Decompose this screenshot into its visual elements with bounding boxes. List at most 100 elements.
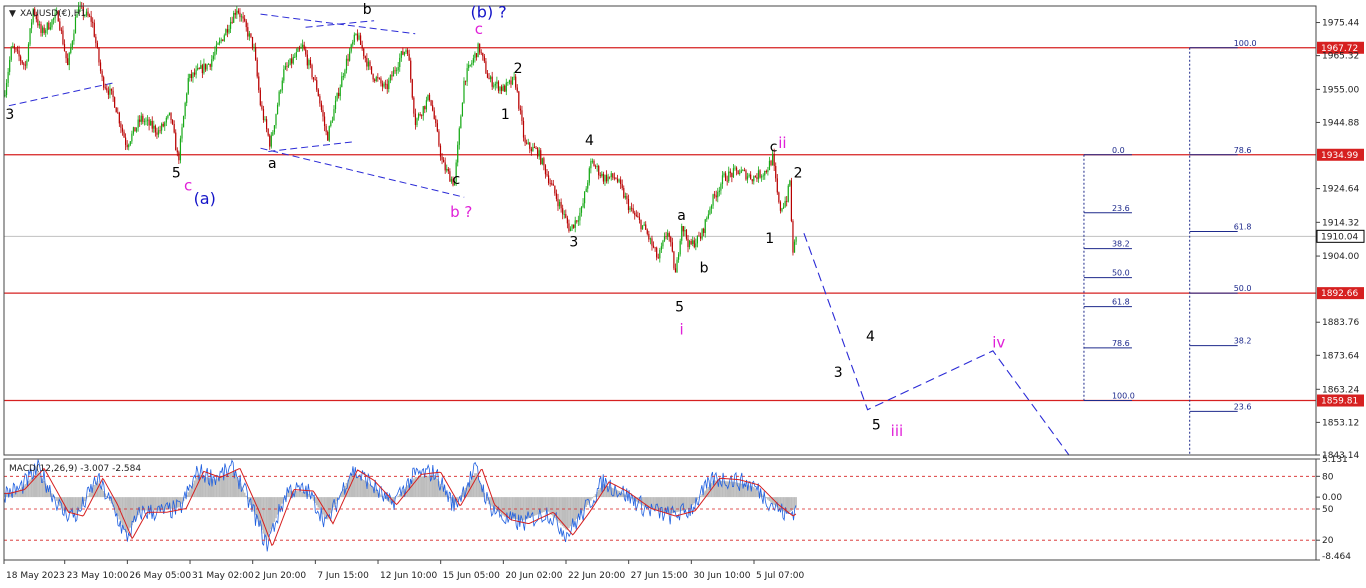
candle-body (714, 194, 716, 196)
candle-body (264, 119, 266, 121)
candle-body (751, 179, 753, 182)
candle-body (681, 226, 683, 241)
candle-body (562, 208, 564, 215)
candle-body (99, 62, 102, 72)
candle-body (225, 29, 227, 36)
candle-body (472, 58, 474, 63)
candle-body (59, 21, 61, 30)
candle-body (471, 62, 473, 65)
candle-body (549, 183, 551, 184)
candle-body (748, 174, 750, 177)
candle-body (220, 39, 222, 41)
candle-body (16, 49, 19, 51)
candle-body (551, 183, 553, 185)
price-chart[interactable]: 0.0 23.6 38.2 50.0 61.8 78.6 100.0 100.0 78.6 61.… (0, 0, 1366, 588)
candle-body (756, 177, 758, 180)
candle-body (735, 167, 738, 171)
candle-body (112, 90, 114, 98)
candle-body (510, 80, 512, 85)
candle-body (522, 121, 525, 138)
chart-title: XAUUSD(€),H1 (20, 9, 86, 19)
y-tick-label-5: 1914.32 (1322, 218, 1359, 228)
candle-body (427, 94, 429, 101)
candle-body (292, 57, 294, 64)
candle-body (101, 71, 103, 78)
candle-body (668, 232, 670, 237)
candle-body (247, 27, 249, 37)
candle-body (527, 142, 529, 144)
candle-body (477, 43, 479, 58)
candle-body (645, 224, 647, 230)
candle-body (203, 63, 205, 74)
candle-body (616, 178, 619, 182)
candle-body (725, 173, 727, 181)
candle-body (316, 80, 318, 90)
candle-body (135, 127, 138, 132)
candle-body (173, 123, 175, 133)
wave-label-5: 1 (501, 107, 510, 123)
candle-body (573, 224, 575, 228)
candle-body (192, 72, 194, 78)
candle-body (4, 94, 6, 96)
candle-body (693, 240, 695, 248)
candle-body (295, 51, 297, 57)
candle-body (287, 64, 290, 67)
candle-body (654, 247, 656, 249)
candle-body (197, 68, 199, 70)
candle-body (226, 29, 229, 33)
candle-body (123, 131, 125, 138)
candle-body (129, 141, 131, 145)
candle-body (48, 22, 50, 30)
candle-body (297, 48, 299, 52)
candle-body (139, 119, 141, 122)
candle-body (161, 123, 163, 131)
candle-body (284, 66, 286, 70)
candle-body (182, 116, 185, 128)
candle-body (529, 142, 531, 149)
candle-body (560, 202, 562, 209)
candle-body (237, 10, 239, 13)
candle-body (563, 214, 565, 215)
current-price-label: 1910.04 (1321, 232, 1358, 242)
candle-body (759, 170, 761, 178)
candle-body (212, 55, 214, 60)
candle-body (504, 85, 506, 92)
candle-body (609, 176, 611, 178)
candle-body (333, 109, 335, 121)
fib-left-label-5: 78.6 (1112, 339, 1130, 348)
candle-body (349, 51, 351, 61)
candle-body (233, 12, 235, 23)
x-tick-label-2: 26 May 05:00 (129, 571, 191, 581)
y-tick-label-0: 1975.44 (1322, 19, 1359, 29)
candle-body (709, 208, 711, 215)
wave-label-2: (b) ? (471, 2, 507, 21)
symbol-dropdown-icon[interactable]: ▼ (9, 9, 16, 19)
candle-body (303, 44, 305, 50)
y-tick-label-3: 1944.88 (1322, 118, 1359, 128)
candle-body (411, 79, 413, 98)
candle-body (305, 49, 307, 55)
candle-body (676, 259, 678, 273)
candle-body (190, 73, 193, 78)
wave-label-16: 3 (569, 234, 578, 250)
candle-body (671, 242, 673, 252)
candle-body (98, 47, 100, 63)
candle-body (623, 188, 625, 198)
wave-label-15: b ? (450, 203, 472, 221)
candle-body (156, 132, 158, 135)
candle-body (651, 238, 653, 246)
candle-body (391, 75, 393, 77)
fib-left-label-4: 61.8 (1112, 298, 1130, 307)
candle-body (620, 179, 622, 185)
candle-body (309, 60, 312, 65)
candle-body (687, 238, 689, 247)
candle-body (712, 194, 714, 206)
candle-body (388, 80, 390, 90)
candle-body (646, 229, 648, 234)
candle-body (436, 123, 438, 132)
candle-body (322, 109, 324, 117)
candle-body (634, 212, 636, 215)
candle-body (38, 24, 41, 26)
candle-body (540, 150, 542, 164)
candle-body (632, 208, 634, 213)
